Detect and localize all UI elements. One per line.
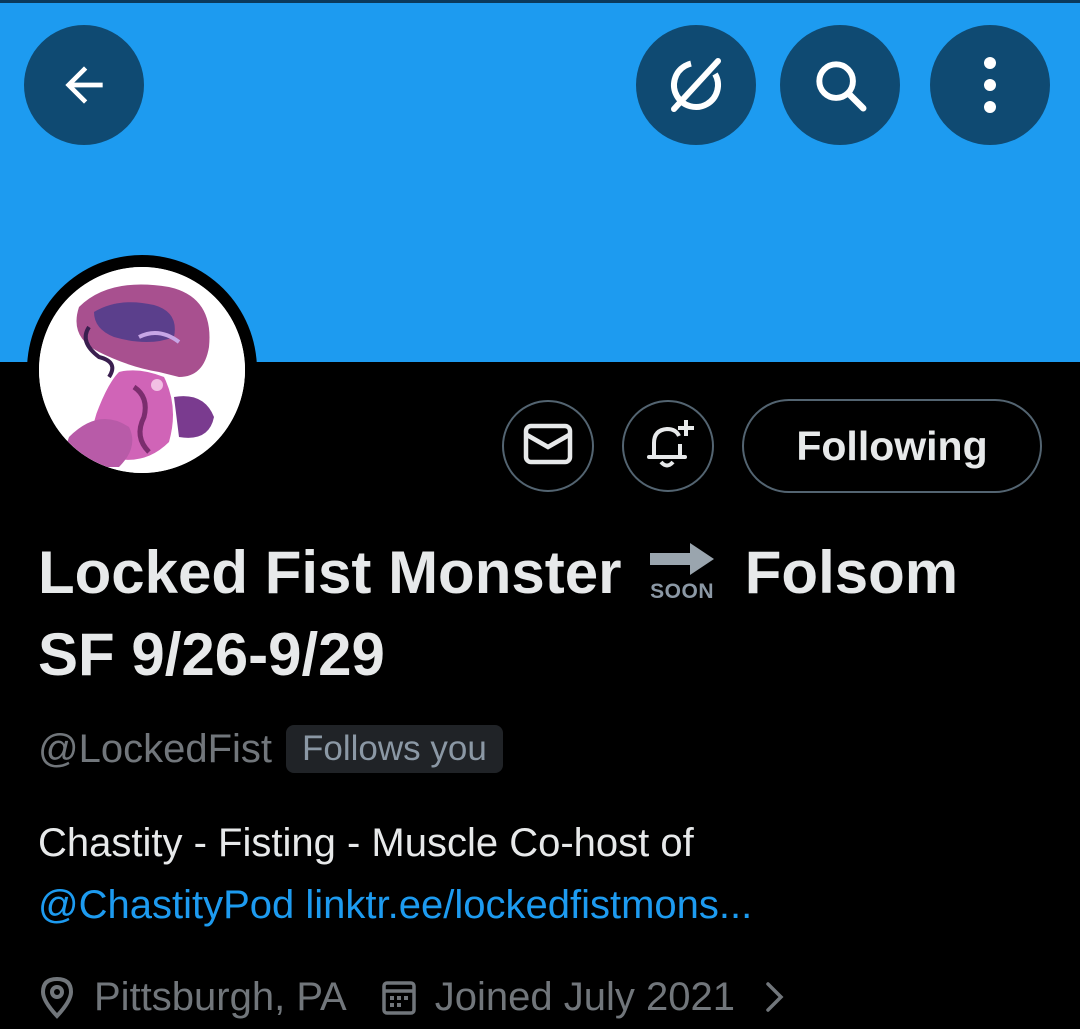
back-button[interactable] bbox=[24, 25, 144, 145]
arrow-left-icon bbox=[56, 57, 112, 113]
bio-text: Chastity - Fisting - Muscle Co-host of bbox=[38, 821, 694, 865]
display-name: Locked Fist Monster SOON Folsom SF 9/26-… bbox=[38, 532, 1048, 696]
soon-emoji-text: SOON bbox=[650, 580, 715, 603]
more-button[interactable] bbox=[930, 25, 1050, 145]
location-text: Pittsburgh, PA bbox=[94, 974, 347, 1019]
location-item: Pittsburgh, PA bbox=[38, 975, 347, 1020]
bio-mention-link[interactable]: @ChastityPod bbox=[38, 883, 294, 927]
handle-row: @LockedFist Follows you bbox=[38, 722, 503, 776]
user-handle: @LockedFist bbox=[38, 726, 273, 771]
chevron-right-icon[interactable] bbox=[763, 979, 787, 1015]
message-button[interactable] bbox=[502, 400, 594, 492]
avatar-image bbox=[39, 267, 245, 473]
following-button[interactable]: Following bbox=[742, 399, 1042, 493]
status-bar-edge bbox=[0, 0, 1080, 3]
calendar-icon bbox=[381, 978, 417, 1016]
bio-website-link[interactable]: linktr.ee/lockedfistmons... bbox=[305, 883, 752, 927]
notify-button[interactable] bbox=[622, 400, 714, 492]
display-name-part1: Locked Fist Monster bbox=[38, 539, 622, 606]
more-vertical-icon bbox=[980, 53, 1000, 117]
profile-bio: Chastity - Fisting - Muscle Co-host of @… bbox=[38, 812, 1048, 936]
location-pin-icon bbox=[38, 975, 76, 1019]
search-button[interactable] bbox=[780, 25, 900, 145]
bell-plus-icon bbox=[640, 416, 696, 477]
soon-arrow-emoji: SOON bbox=[642, 539, 722, 603]
joined-text: Joined July 2021 bbox=[434, 974, 735, 1019]
search-icon bbox=[809, 54, 871, 116]
envelope-icon bbox=[523, 423, 573, 470]
follows-you-badge: Follows you bbox=[286, 725, 503, 773]
profile-meta: Pittsburgh, PA Joined July 2021 bbox=[38, 965, 787, 1029]
joined-item: Joined July 2021 bbox=[381, 975, 735, 1020]
grok-icon bbox=[660, 49, 732, 121]
avatar[interactable] bbox=[27, 255, 257, 485]
grok-button[interactable] bbox=[636, 25, 756, 145]
